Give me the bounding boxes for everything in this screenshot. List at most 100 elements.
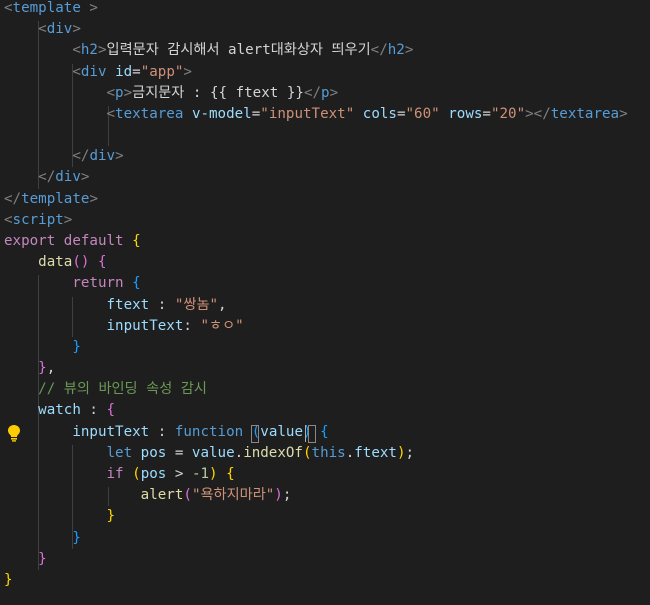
code-line[interactable]: </div> <box>4 146 124 167</box>
code-line[interactable]: }, <box>4 358 55 379</box>
code-token: , <box>218 296 227 313</box>
code-token: script <box>12 211 64 228</box>
code-line[interactable]: inputText: "ㅎㅇ" <box>4 316 244 337</box>
code-token: . <box>345 444 355 461</box>
code-line[interactable]: <script> <box>4 210 72 231</box>
code-token: h2 <box>80 42 98 59</box>
code-token: ) <box>396 444 406 461</box>
code-token: > <box>404 42 414 59</box>
code-token: < <box>38 21 47 38</box>
code-line[interactable]: } <box>4 549 47 570</box>
code-line[interactable]: ftext : "쌍놈", <box>4 295 227 316</box>
code-token: v-model <box>191 105 252 122</box>
code-token: cols <box>362 105 397 122</box>
code-line[interactable]: <h2>입력문자 감시해서 alert대화상자 띄우기</h2> <box>4 40 413 61</box>
code-token: div <box>46 21 73 38</box>
code-token: div <box>55 169 81 186</box>
lightbulb-icon[interactable] <box>6 424 22 442</box>
code-token: > <box>72 21 81 38</box>
code-token: pos <box>140 465 167 482</box>
code-token: this <box>311 444 346 461</box>
code-token: { <box>97 254 107 271</box>
code-token: "60" <box>405 105 440 122</box>
code-line[interactable]: </div> <box>4 167 89 188</box>
code-line[interactable]: return { <box>4 273 141 294</box>
code-token: > <box>329 84 339 101</box>
code-token: > <box>115 148 124 165</box>
code-token: data <box>38 254 73 271</box>
code-token: default <box>63 232 124 249</box>
code-token: export <box>4 232 56 249</box>
code-token: template <box>21 190 90 207</box>
code-token: : <box>149 296 175 313</box>
code-token: = <box>251 105 261 122</box>
code-token: indexOf <box>243 444 303 461</box>
code-token: } <box>4 571 13 588</box>
code-line[interactable]: </template> <box>4 189 98 210</box>
code-token: > <box>123 84 133 101</box>
code-token: } <box>72 529 81 546</box>
code-token: </ <box>370 42 388 59</box>
code-line[interactable]: } <box>4 506 116 527</box>
code-token: -1 <box>191 465 210 482</box>
code-line[interactable]: alert("욕하지마라"); <box>4 485 292 506</box>
code-token: = <box>482 105 491 122</box>
code-line[interactable]: watch : { <box>4 400 115 421</box>
code-token: { <box>226 465 235 482</box>
code-line[interactable]: let pos = value.indexOf(this.ftext); <box>4 443 415 464</box>
code-line[interactable]: } <box>4 570 13 591</box>
code-line[interactable]: <template > <box>4 0 98 19</box>
code-line[interactable]: <textarea v-model="inputText" cols="60" … <box>4 104 628 125</box>
code-token: h2 <box>387 42 405 59</box>
code-token: ; <box>405 444 415 461</box>
code-token: > <box>63 211 73 228</box>
code-token: ></ <box>525 105 551 122</box>
code-line[interactable]: data() { <box>4 252 107 273</box>
code-line[interactable]: <div id="app"> <box>4 62 192 83</box>
code-token: } <box>38 550 47 567</box>
code-token: inputText <box>72 423 150 440</box>
code-line[interactable]: <p>금지문자 : {{ ftext }}</p> <box>4 83 339 104</box>
code-token: </ <box>303 84 322 101</box>
code-token: ( <box>183 487 192 504</box>
code-line[interactable]: export default { <box>4 231 141 252</box>
code-token: ) <box>209 465 218 482</box>
code-token: 금지문자 : {{ ftext }} <box>132 84 304 101</box>
code-token: p <box>115 84 124 101</box>
code-token: = <box>132 63 141 80</box>
code-token: ( <box>132 465 141 482</box>
code-line[interactable]: <div> <box>4 19 81 40</box>
code-line[interactable]: // 뷰의 바인딩 속성 감시 <box>4 379 207 400</box>
code-token: } <box>38 360 47 377</box>
code-token: > <box>97 42 107 59</box>
code-line[interactable]: } <box>4 528 81 549</box>
code-token: = <box>166 444 192 461</box>
code-line[interactable]: if (pos > -1) { <box>4 464 235 485</box>
code-token: inputText <box>106 317 184 334</box>
code-editor[interactable]: <template > <div> <h2>입력문자 감시해서 alert대화상… <box>0 0 650 605</box>
code-token: { <box>132 275 141 292</box>
code-line[interactable]: inputText : function (value) { <box>4 422 328 443</box>
code-token: let <box>106 444 133 461</box>
bracket-match-open <box>251 425 259 443</box>
code-token: // 뷰의 바인딩 속성 감시 <box>38 381 207 398</box>
code-line[interactable]: } <box>4 337 81 358</box>
code-token: ( <box>302 444 312 461</box>
code-token: = <box>396 105 406 122</box>
